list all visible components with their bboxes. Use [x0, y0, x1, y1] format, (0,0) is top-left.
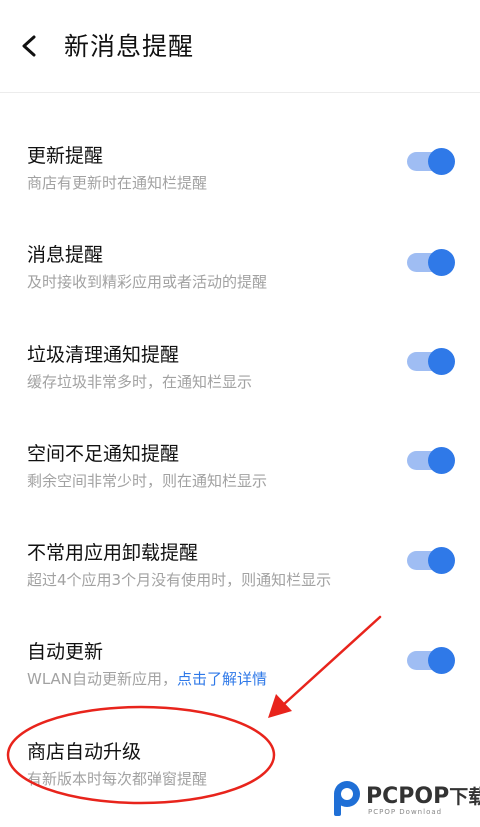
setting-row-message-reminder[interactable]: 消息提醒 及时接收到精彩应用或者活动的提醒 [0, 240, 480, 330]
setting-subtitle: 缓存垃圾非常多时，在通知栏显示 [27, 373, 253, 391]
pcpop-watermark: PCPOP下载 PCPOP Download [330, 775, 480, 826]
low-storage-toggle[interactable] [407, 447, 455, 474]
message-reminder-toggle[interactable] [407, 249, 455, 276]
setting-row-junk-cleanup[interactable]: 垃圾清理通知提醒 缓存垃圾非常多时，在通知栏显示 [0, 340, 480, 430]
setting-title: 消息提醒 [27, 244, 104, 266]
toggle-knob [428, 647, 455, 674]
toggle-knob [428, 547, 455, 574]
setting-title: 自动更新 [27, 641, 104, 663]
page-title: 新消息提醒 [64, 32, 195, 61]
pcpop-logo-icon [334, 781, 360, 816]
unused-app-uninstall-toggle[interactable] [407, 547, 455, 574]
watermark-brand: PCPOP下载 [366, 782, 480, 809]
watermark-subtitle: PCPOP Download [368, 808, 443, 816]
toggle-knob [428, 148, 455, 175]
junk-cleanup-toggle[interactable] [407, 348, 455, 375]
setting-subtitle: WLAN自动更新应用，点击了解详情 [27, 668, 267, 689]
learn-more-link[interactable]: 点击了解详情 [177, 670, 267, 688]
setting-row-auto-update[interactable]: 自动更新 WLAN自动更新应用，点击了解详情 [0, 637, 480, 727]
toggle-knob [428, 348, 455, 375]
setting-subtitle: 超过4个应用3个月没有使用时，则通知栏显示 [27, 571, 332, 589]
chevron-left-icon[interactable] [14, 30, 46, 62]
auto-update-toggle[interactable] [407, 647, 455, 674]
setting-subtitle: 有新版本时每次都弹窗提醒 [27, 770, 208, 788]
toggle-knob [428, 447, 455, 474]
setting-subtitle: 商店有更新时在通知栏提醒 [27, 174, 208, 192]
setting-subtitle: 剩余空间非常少时，则在通知栏显示 [27, 472, 268, 490]
toggle-knob [428, 249, 455, 276]
watermark-brand-suffix: 下载 [449, 786, 480, 808]
setting-title: 更新提醒 [27, 145, 104, 167]
update-reminder-toggle[interactable] [407, 148, 455, 175]
setting-title: 不常用应用卸载提醒 [27, 542, 199, 564]
setting-title: 空间不足通知提醒 [27, 443, 180, 465]
setting-subtitle: 及时接收到精彩应用或者活动的提醒 [27, 273, 268, 291]
setting-row-unused-app-uninstall[interactable]: 不常用应用卸载提醒 超过4个应用3个月没有使用时，则通知栏显示 [0, 538, 480, 628]
setting-row-low-storage[interactable]: 空间不足通知提醒 剩余空间非常少时，则在通知栏显示 [0, 439, 480, 529]
watermark-brand-name: PCPOP [366, 784, 450, 809]
setting-title: 商店自动升级 [27, 741, 142, 763]
app-header: 新消息提醒 [0, 0, 480, 93]
setting-title: 垃圾清理通知提醒 [27, 344, 180, 366]
setting-row-update-reminder[interactable]: 更新提醒 商店有更新时在通知栏提醒 [0, 141, 480, 231]
setting-subtitle-text: WLAN自动更新应用， [27, 670, 178, 688]
